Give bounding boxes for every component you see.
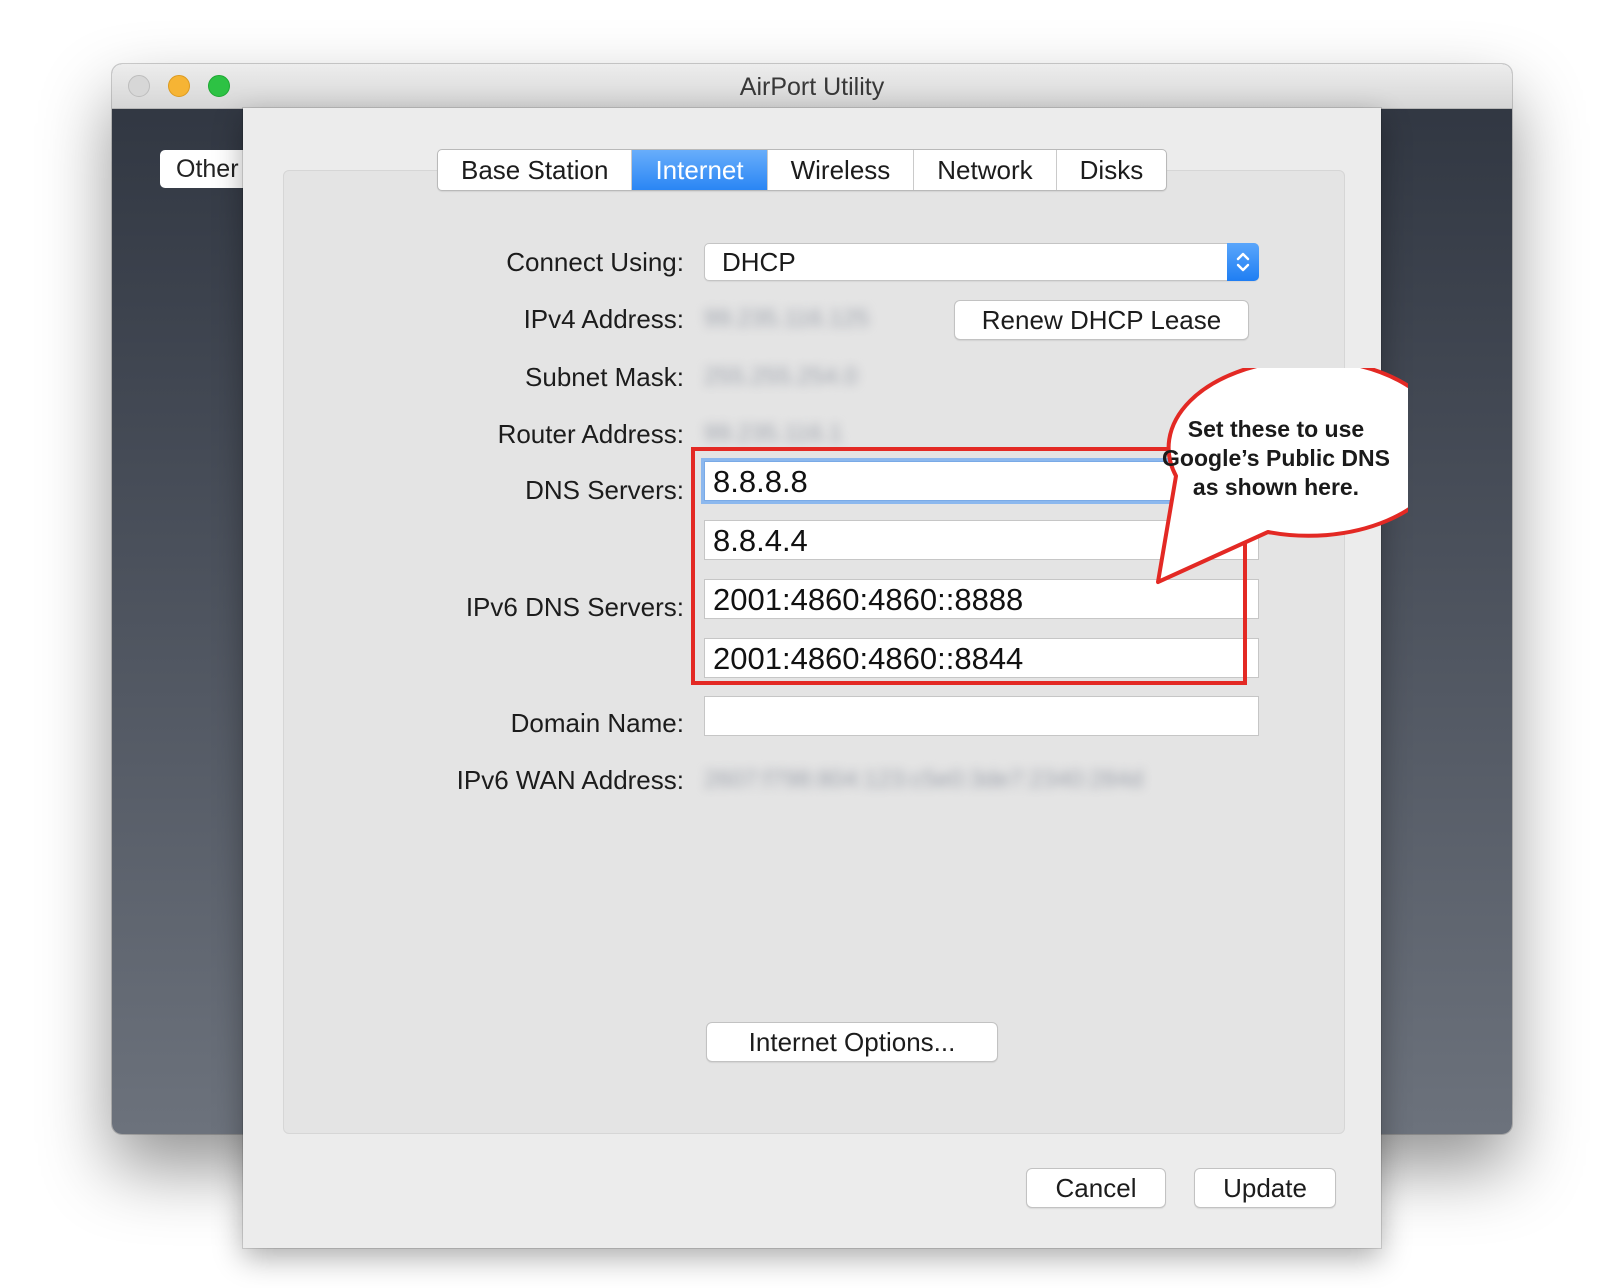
ipv4-address-value: 99.235.116.125 — [704, 305, 870, 332]
callout-line-2: Google’s Public DNS — [1162, 445, 1390, 471]
select-arrows-icon — [1227, 243, 1259, 281]
window-title: AirPort Utility — [739, 73, 885, 101]
subnet-mask-label: Subnet Mask: — [525, 362, 684, 392]
renew-dhcp-lease-button[interactable]: Renew DHCP Lease — [954, 300, 1249, 340]
ipv6-dns-servers-label: IPv6 DNS Servers: — [465, 592, 684, 622]
connect-using-value: DHCP — [722, 247, 796, 277]
ipv4-address-label: IPv4 Address: — [523, 304, 684, 334]
callout-line-1: Set these to use — [1187, 416, 1365, 442]
ipv6-wan-address-value: 2607:f798:804:123:c5e0:3de7:2340:284d — [704, 766, 1144, 793]
ipv6-wan-address-label: IPv6 WAN Address: — [456, 765, 684, 795]
callout-line-3: as shown here. — [1192, 474, 1360, 500]
tab-network[interactable]: Network — [914, 150, 1057, 190]
cancel-button[interactable]: Cancel — [1026, 1168, 1166, 1208]
connect-using-label: Connect Using: — [506, 247, 684, 277]
tab-base-station[interactable]: Base Station — [438, 150, 633, 190]
ipv6-dns-secondary-field[interactable]: 2001:4860:4860::8844 — [704, 638, 1259, 678]
ipv6-dns-primary-value: 2001:4860:4860::8888 — [713, 582, 1024, 617]
tab-disks[interactable]: Disks — [1057, 150, 1167, 190]
ipv6-dns-secondary-value: 2001:4860:4860::8844 — [713, 641, 1024, 676]
domain-name-label: Domain Name: — [510, 708, 684, 738]
tab-internet[interactable]: Internet — [632, 150, 768, 190]
dns-primary-value: 8.8.8.8 — [713, 464, 808, 499]
tab-bar: Base Station Internet Wireless Network D… — [437, 149, 1168, 191]
dns-servers-label: DNS Servers: — [525, 475, 684, 505]
router-address-label: Router Address: — [497, 419, 684, 449]
base-station-settings-sheet: Base Station Internet Wireless Network D… — [243, 108, 1381, 1248]
dns-secondary-value: 8.8.4.4 — [713, 523, 808, 558]
domain-name-field[interactable] — [704, 696, 1259, 736]
title-bar[interactable]: AirPort Utility — [112, 64, 1512, 109]
connect-using-select[interactable]: DHCP — [704, 243, 1259, 281]
tab-wireless[interactable]: Wireless — [768, 150, 915, 190]
update-button[interactable]: Update — [1194, 1168, 1336, 1208]
callout-text: Set these to use Google’s Public DNS as … — [1148, 415, 1404, 502]
router-address-value: 99.235.116.1 — [704, 420, 843, 447]
subnet-mask-value: 255.255.254.0 — [704, 363, 858, 390]
internet-options-button[interactable]: Internet Options... — [706, 1022, 998, 1062]
